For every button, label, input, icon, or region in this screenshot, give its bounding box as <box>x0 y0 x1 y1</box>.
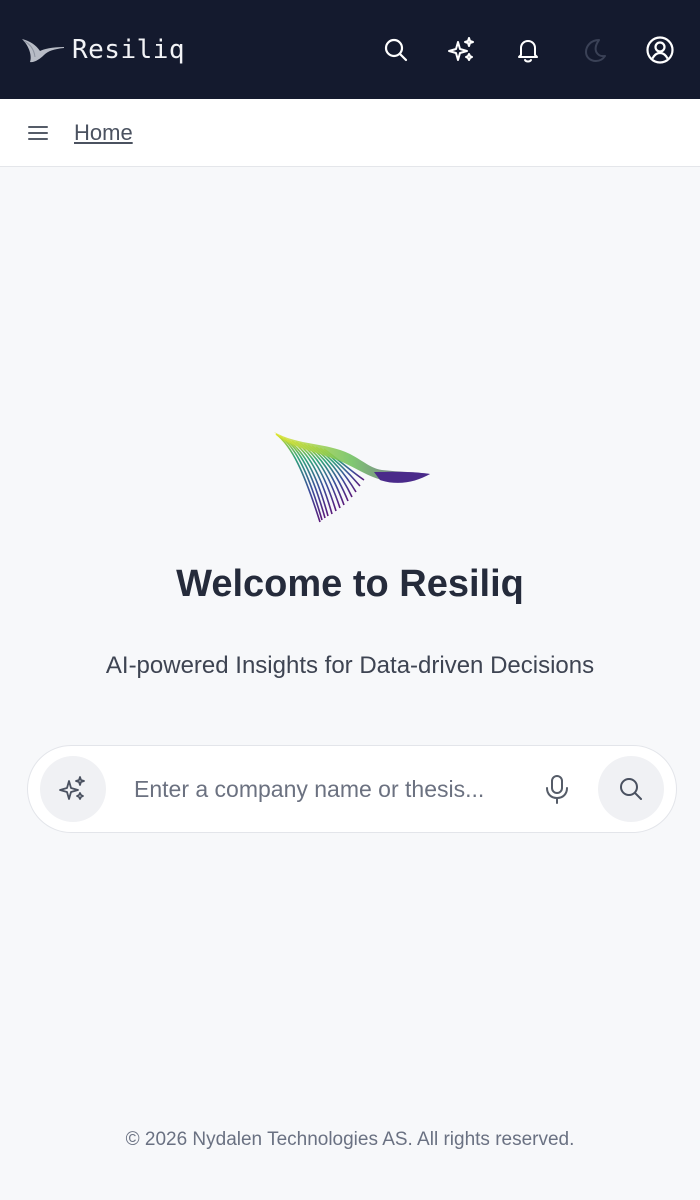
microphone-button[interactable] <box>532 764 582 814</box>
footer-copyright: © 2026 Nydalen Technologies AS. All righ… <box>125 1129 575 1150</box>
resiliq-hero-logo-icon <box>274 432 430 523</box>
search-icon <box>620 778 642 800</box>
search-icon[interactable] <box>376 30 416 70</box>
bell-icon[interactable] <box>508 30 548 70</box>
sparkles-icon[interactable] <box>442 30 482 70</box>
breadcrumb-home-link[interactable]: Home <box>74 120 133 146</box>
search-bar <box>27 745 677 833</box>
search-input[interactable] <box>106 775 532 803</box>
breadcrumb-bar: Home <box>0 99 700 167</box>
sparkles-icon <box>59 776 85 800</box>
page-title: Welcome to Resiliq <box>176 563 524 605</box>
page-subtitle: AI-powered Insights for Data-driven Deci… <box>105 652 595 679</box>
brand[interactable]: Resiliq <box>20 35 185 65</box>
brand-logo-icon <box>22 38 64 62</box>
top-navbar: Resiliq <box>0 0 700 99</box>
ai-sparkle-button[interactable] <box>40 756 106 822</box>
hamburger-menu-icon[interactable] <box>26 121 50 145</box>
brand-name: Resiliq <box>72 34 186 65</box>
search-submit-button[interactable] <box>598 756 664 822</box>
microphone-icon <box>546 775 568 804</box>
user-circle-icon[interactable] <box>640 30 680 70</box>
moon-icon[interactable] <box>574 30 614 70</box>
